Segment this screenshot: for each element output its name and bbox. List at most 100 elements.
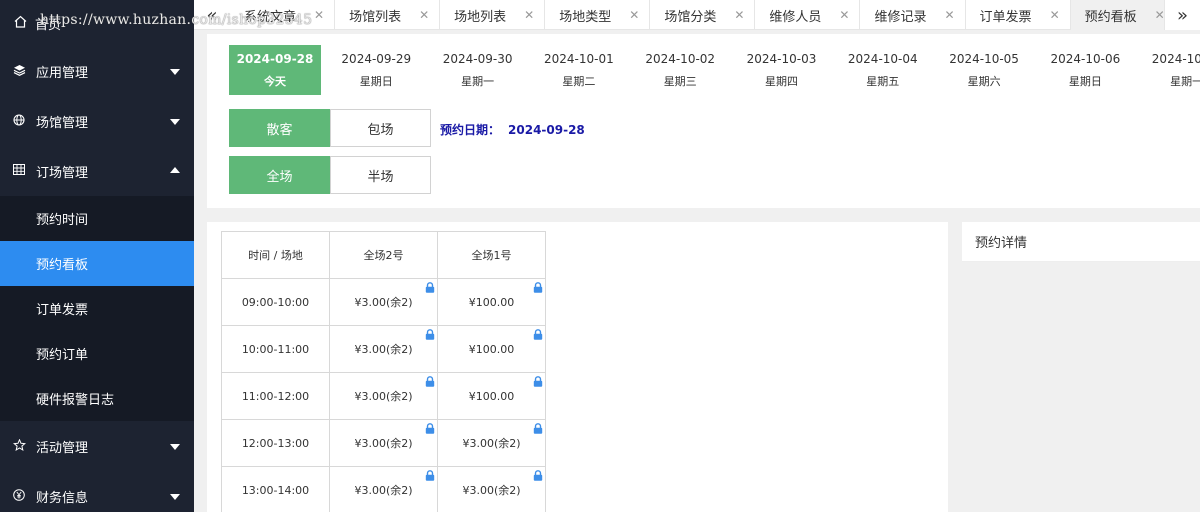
close-icon[interactable]: ✕ [1050,8,1060,22]
date-option[interactable]: 2024-10-01 星期二 [533,45,625,95]
tab-item[interactable]: 场馆列表 ✕ [335,0,441,30]
slot-price: ¥3.00(余2) [354,484,413,497]
tab-item[interactable]: 维修记录 ✕ [860,0,966,30]
lock-icon [533,329,543,340]
tab-item[interactable]: 维修人员 ✕ [755,0,861,30]
column-header-court-1: 全场1号 [437,231,546,279]
table-row: 11:00-12:00 ¥3.00(余2) ¥100.00 [221,372,546,420]
lock-icon [533,470,543,481]
booking-detail-panel: 预约详情 [962,222,1200,262]
slot-cell[interactable]: ¥3.00(余2) [437,466,546,512]
booking-detail-title: 预约详情 [975,236,1028,251]
slot-cell[interactable]: ¥100.00 [437,372,546,420]
date-value: 2024-10-04 [847,51,918,66]
tab-label: 场馆列表 [349,9,402,25]
menu-venue-management-label: 场馆管理 [36,115,89,131]
tab-item[interactable]: 系统文章 ✕ [230,0,336,30]
court-size-full-button[interactable]: 全场 [229,156,330,194]
close-icon[interactable]: ✕ [629,8,639,22]
date-value: 2024-09-30 [442,51,513,66]
grid-icon [12,164,26,178]
time-slot-cell: 13:00-14:00 [221,466,330,512]
menu-app-management[interactable]: 应用管理 [0,46,194,96]
tab-label: 维修人员 [769,9,822,25]
menu-booking-management[interactable]: 订场管理 [0,146,194,196]
tab-list: 系统文章 ✕ 场馆列表 ✕ 场地列表 ✕ 场地类型 ✕ 场馆分类 ✕ 维修人员 ✕ 维修记录 ✕ 订单发票 ✕… [230,0,1176,30]
booking-table: 时间 / 场地 全场2号 全场1号 09:00-10:00 ¥3.00(余2) ¥1… [221,231,546,512]
booking-submenu: 预约时间 预约看板 订单发票 预约订单 硬件报警日志 [0,196,194,421]
table-header-row: 时间 / 场地 全场2号 全场1号 [221,231,546,279]
submenu-item-booking-time[interactable]: 预约时间 [0,196,194,241]
date-option[interactable]: 2024-10-05 星期六 [938,45,1030,95]
booking-board: 时间 / 场地 全场2号 全场1号 09:00-10:00 ¥3.00(余2) ¥1… [207,222,948,512]
submenu-item-booking-board[interactable]: 预约看板 [0,241,194,286]
menu-venue-management[interactable]: 场馆管理 [0,96,194,146]
tab-item[interactable]: 订单发票 ✕ [966,0,1071,30]
close-icon[interactable]: ✕ [314,8,324,22]
table-row: 12:00-13:00 ¥3.00(余2) ¥3.00(余2) [221,419,546,467]
booking-type-individual-button[interactable]: 散客 [229,109,330,147]
slot-cell[interactable]: ¥3.00(余2) [329,278,438,326]
court-size-half-button[interactable]: 半场 [330,156,431,194]
close-icon[interactable]: ✕ [734,8,744,22]
date-weekday: 星期五 [866,74,900,88]
tab-item[interactable]: 场地列表 ✕ [440,0,546,30]
tab-item[interactable]: 预约看板 ✕ [1070,0,1176,30]
tabs-scroll-right-icon[interactable]: » [1164,0,1200,30]
date-option[interactable]: 2024-10-04 星期五 [837,45,929,95]
date-option[interactable]: 2024-10-03 星期四 [735,45,827,95]
menu-activity-management[interactable]: 活动管理 [0,421,194,471]
submenu-item-hardware-alarm-log[interactable]: 硬件报警日志 [0,376,194,421]
slot-cell[interactable]: ¥100.00 [437,325,546,373]
date-option[interactable]: 2024-10-02 星期三 [634,45,726,95]
slot-cell[interactable]: ¥100.00 [437,278,546,326]
menu-finance[interactable]: 财务信息 [0,471,194,512]
slot-cell[interactable]: ¥3.00(余2) [329,325,438,373]
filter-panel: 2024-09-28 今天 2024-09-29 星期日 2024-09-30 星期一 20… [207,34,1200,208]
date-option[interactable]: 2024-09-30 星期一 [432,45,524,95]
tab-label: 场地列表 [454,9,507,25]
tab-label: 场馆分类 [664,9,717,25]
booking-date-label: 预约日期： [440,123,501,137]
tab-item[interactable]: 场馆分类 ✕ [650,0,756,30]
column-header-court-2: 全场2号 [329,231,438,279]
date-selector: 2024-09-28 今天 2024-09-29 星期日 2024-09-30 星期一 20… [229,45,1200,95]
globe-icon [12,113,26,129]
date-value: 2024-10-07 [1151,51,1200,66]
date-weekday: 星期日 [359,74,393,88]
date-option[interactable]: 2024-10-06 星期日 [1039,45,1131,95]
lock-icon [425,470,435,481]
chevron-up-icon [170,167,180,173]
slot-cell[interactable]: ¥3.00(余2) [329,372,438,420]
booking-type-charter-button[interactable]: 包场 [330,109,431,147]
submenu-item-label: 订单发票 [36,303,89,318]
menu-app-management-label: 应用管理 [36,65,89,81]
tab-item[interactable]: 场地类型 ✕ [545,0,651,30]
slot-price: ¥3.00(余2) [354,390,413,403]
booking-type-toggle: 散客 包场 [229,109,431,147]
tabs-scroll-left-icon[interactable]: « [194,0,230,30]
close-icon[interactable]: ✕ [839,8,849,22]
submenu-item-order-invoice[interactable]: 订单发票 [0,286,194,331]
close-icon[interactable]: ✕ [419,8,429,22]
date-option[interactable]: 2024-09-29 星期日 [330,45,422,95]
submenu-item-label: 预约时间 [36,213,89,228]
date-weekday: 星期一 [461,74,495,88]
date-weekday: 今天 [264,74,286,88]
date-weekday: 星期日 [1068,74,1102,88]
submenu-item-booking-orders[interactable]: 预约订单 [0,331,194,376]
date-option[interactable]: 2024-10-07 星期一 [1141,45,1200,95]
date-weekday: 星期一 [1170,74,1200,88]
lock-icon [533,423,543,434]
slot-cell[interactable]: ¥3.00(余2) [329,419,438,467]
date-option[interactable]: 2024-09-28 今天 [229,45,321,95]
close-icon[interactable]: ✕ [524,8,534,22]
date-value: 2024-09-28 [236,51,314,66]
date-value: 2024-10-06 [1050,51,1121,66]
table-row: 13:00-14:00 ¥3.00(余2) ¥3.00(余2) [221,466,546,512]
close-icon[interactable]: ✕ [944,8,954,22]
yen-icon [12,488,26,504]
menu-home[interactable]: 首页 [0,0,194,46]
slot-cell[interactable]: ¥3.00(余2) [437,419,546,467]
slot-cell[interactable]: ¥3.00(余2) [329,466,438,512]
